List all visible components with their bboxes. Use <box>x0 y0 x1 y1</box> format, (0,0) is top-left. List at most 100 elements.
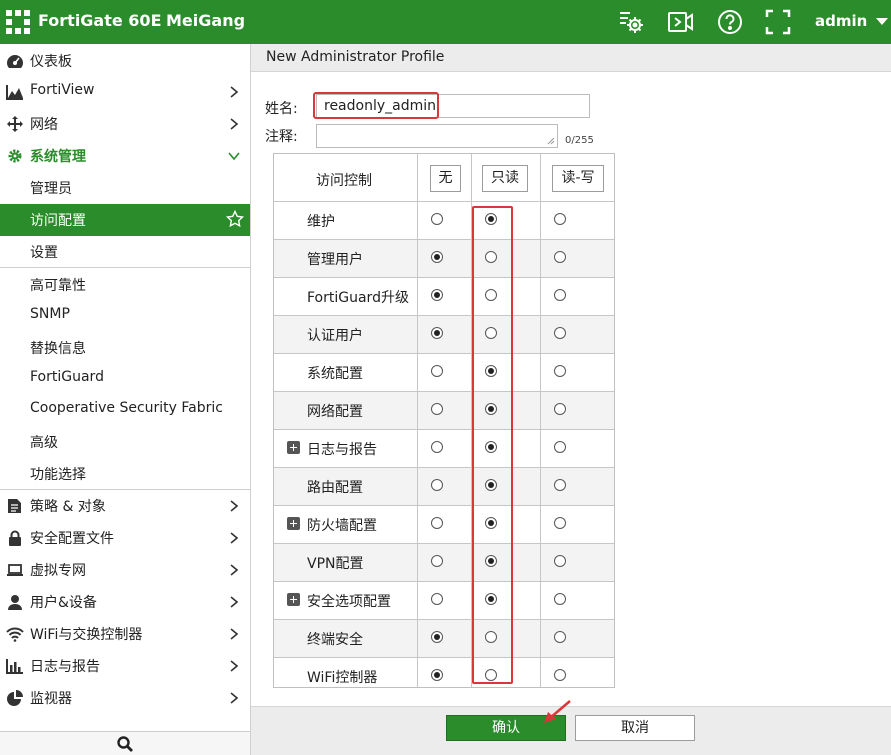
radio-none[interactable] <box>431 441 443 453</box>
table-divider <box>274 657 614 658</box>
top-bar: FortiGate 60E MeiGang admin <box>0 0 891 44</box>
permission-label: VPN配置 <box>307 556 364 572</box>
permission-label: WiFi控制器 <box>307 670 378 686</box>
radio-none[interactable] <box>431 327 443 339</box>
sidebar-item-system[interactable]: 系统管理 <box>0 140 250 172</box>
radio-none[interactable] <box>431 593 443 605</box>
table-row: 终端安全 <box>274 619 614 657</box>
chevron-right-icon <box>228 595 240 609</box>
sidebar-subitem-security-fabric[interactable]: Cooperative Security Fabric <box>0 394 250 426</box>
radio-readwrite[interactable] <box>554 327 566 339</box>
favorite-star-icon[interactable] <box>225 209 245 228</box>
sidebar-search[interactable] <box>0 731 250 755</box>
permission-label: 网络配置 <box>307 404 363 420</box>
fullscreen-video-icon[interactable] <box>667 8 695 36</box>
move-arrows-icon <box>6 116 24 132</box>
header-readwrite-button[interactable]: 读-写 <box>552 165 604 192</box>
sidebar-subitem-snmp[interactable]: SNMP <box>0 300 250 332</box>
sidebar: 仪表板 FortiView 网络 系统管理 管理员 访问配置 设置 高可靠性 S… <box>0 44 251 755</box>
gear-icon <box>6 148 24 164</box>
cli-console-icon[interactable] <box>617 8 645 36</box>
permission-label: 认证用户 <box>307 328 363 344</box>
table-divider <box>274 201 614 202</box>
pie-chart-icon <box>6 690 24 706</box>
table-divider <box>274 505 614 506</box>
permission-label: 维护 <box>307 214 335 230</box>
chevron-right-icon <box>228 85 240 99</box>
sidebar-subitem-feature-select[interactable]: 功能选择 <box>0 458 250 490</box>
sidebar-subitem-replacement-messages[interactable]: 替换信息 <box>0 332 250 364</box>
dashboard-icon <box>6 53 24 69</box>
chart-icon <box>6 84 24 100</box>
radio-readwrite[interactable] <box>554 441 566 453</box>
permission-label: FortiGuard升级 <box>307 290 409 306</box>
sidebar-subitem-admins[interactable]: 管理员 <box>0 172 250 204</box>
fortinet-logo-icon[interactable] <box>6 10 30 34</box>
radio-readwrite[interactable] <box>554 403 566 415</box>
sidebar-subitem-settings[interactable]: 设置 <box>0 236 250 268</box>
sidebar-item-log-report[interactable]: 日志与报告 <box>0 650 250 682</box>
radio-readwrite[interactable] <box>554 213 566 225</box>
radio-readwrite[interactable] <box>554 289 566 301</box>
chevron-right-icon <box>228 531 240 545</box>
table-divider <box>274 391 614 392</box>
table-row: 认证用户 <box>274 315 614 353</box>
radio-readwrite[interactable] <box>554 593 566 605</box>
header-readonly-button[interactable]: 只读 <box>482 165 528 192</box>
admin-menu[interactable]: admin <box>815 12 888 30</box>
name-label: 姓名: <box>265 101 298 117</box>
sidebar-item-fortiview[interactable]: FortiView <box>0 76 250 108</box>
sidebar-subitem-advanced[interactable]: 高级 <box>0 426 250 458</box>
header-none-button[interactable]: 无 <box>430 165 461 192</box>
chevron-right-icon <box>228 627 240 641</box>
radio-readwrite[interactable] <box>554 251 566 263</box>
table-divider <box>274 315 614 316</box>
resize-grip-icon[interactable] <box>547 137 555 145</box>
expand-plus-icon[interactable] <box>287 593 300 606</box>
hostname: MeiGang <box>166 11 246 30</box>
expand-plus-icon[interactable] <box>287 517 300 530</box>
radio-none[interactable] <box>431 669 443 681</box>
policy-icon <box>6 498 24 514</box>
permission-label: 终端安全 <box>307 632 363 648</box>
radio-none[interactable] <box>431 403 443 415</box>
radio-none[interactable] <box>431 631 443 643</box>
radio-readwrite[interactable] <box>554 365 566 377</box>
radio-readwrite[interactable] <box>554 479 566 491</box>
radio-none[interactable] <box>431 251 443 263</box>
comment-textarea[interactable] <box>316 124 558 148</box>
sidebar-item-vpn[interactable]: 虚拟专网 <box>0 554 250 586</box>
sidebar-subitem-ha[interactable]: 高可靠性 <box>0 269 250 301</box>
sidebar-item-network[interactable]: 网络 <box>0 108 250 140</box>
bar-chart-icon <box>6 658 24 674</box>
help-icon[interactable] <box>716 8 744 36</box>
radio-readwrite[interactable] <box>554 555 566 567</box>
chevron-right-icon <box>228 117 240 131</box>
permission-label: 日志与报告 <box>307 442 377 458</box>
sidebar-item-policy-objects[interactable]: 策略 & 对象 <box>0 490 250 522</box>
sidebar-subitem-admin-profiles[interactable]: 访问配置 <box>0 204 250 236</box>
sidebar-item-dashboard[interactable]: 仪表板 <box>0 45 250 77</box>
header-access-control: 访问控制 <box>316 173 372 189</box>
table-row: 维护 <box>274 201 614 239</box>
sidebar-item-user-device[interactable]: 用户&设备 <box>0 586 250 618</box>
radio-none[interactable] <box>431 479 443 491</box>
sidebar-item-wifi-switch[interactable]: WiFi与交换控制器 <box>0 618 250 650</box>
chevron-right-icon <box>228 499 240 513</box>
radio-readwrite[interactable] <box>554 669 566 681</box>
table-row: 管理用户 <box>274 239 614 277</box>
radio-readwrite[interactable] <box>554 631 566 643</box>
radio-none[interactable] <box>431 517 443 529</box>
sidebar-subitem-fortiguard[interactable]: FortiGuard <box>0 363 250 395</box>
table-row: 防火墙配置 <box>274 505 614 543</box>
expand-icon[interactable] <box>764 8 792 36</box>
radio-readwrite[interactable] <box>554 517 566 529</box>
expand-plus-icon[interactable] <box>287 441 300 454</box>
radio-none[interactable] <box>431 289 443 301</box>
cancel-button[interactable]: 取消 <box>575 715 695 741</box>
sidebar-item-security-profiles[interactable]: 安全配置文件 <box>0 522 250 554</box>
radio-none[interactable] <box>431 365 443 377</box>
radio-none[interactable] <box>431 213 443 225</box>
radio-none[interactable] <box>431 555 443 567</box>
sidebar-item-monitor[interactable]: 监视器 <box>0 682 250 714</box>
